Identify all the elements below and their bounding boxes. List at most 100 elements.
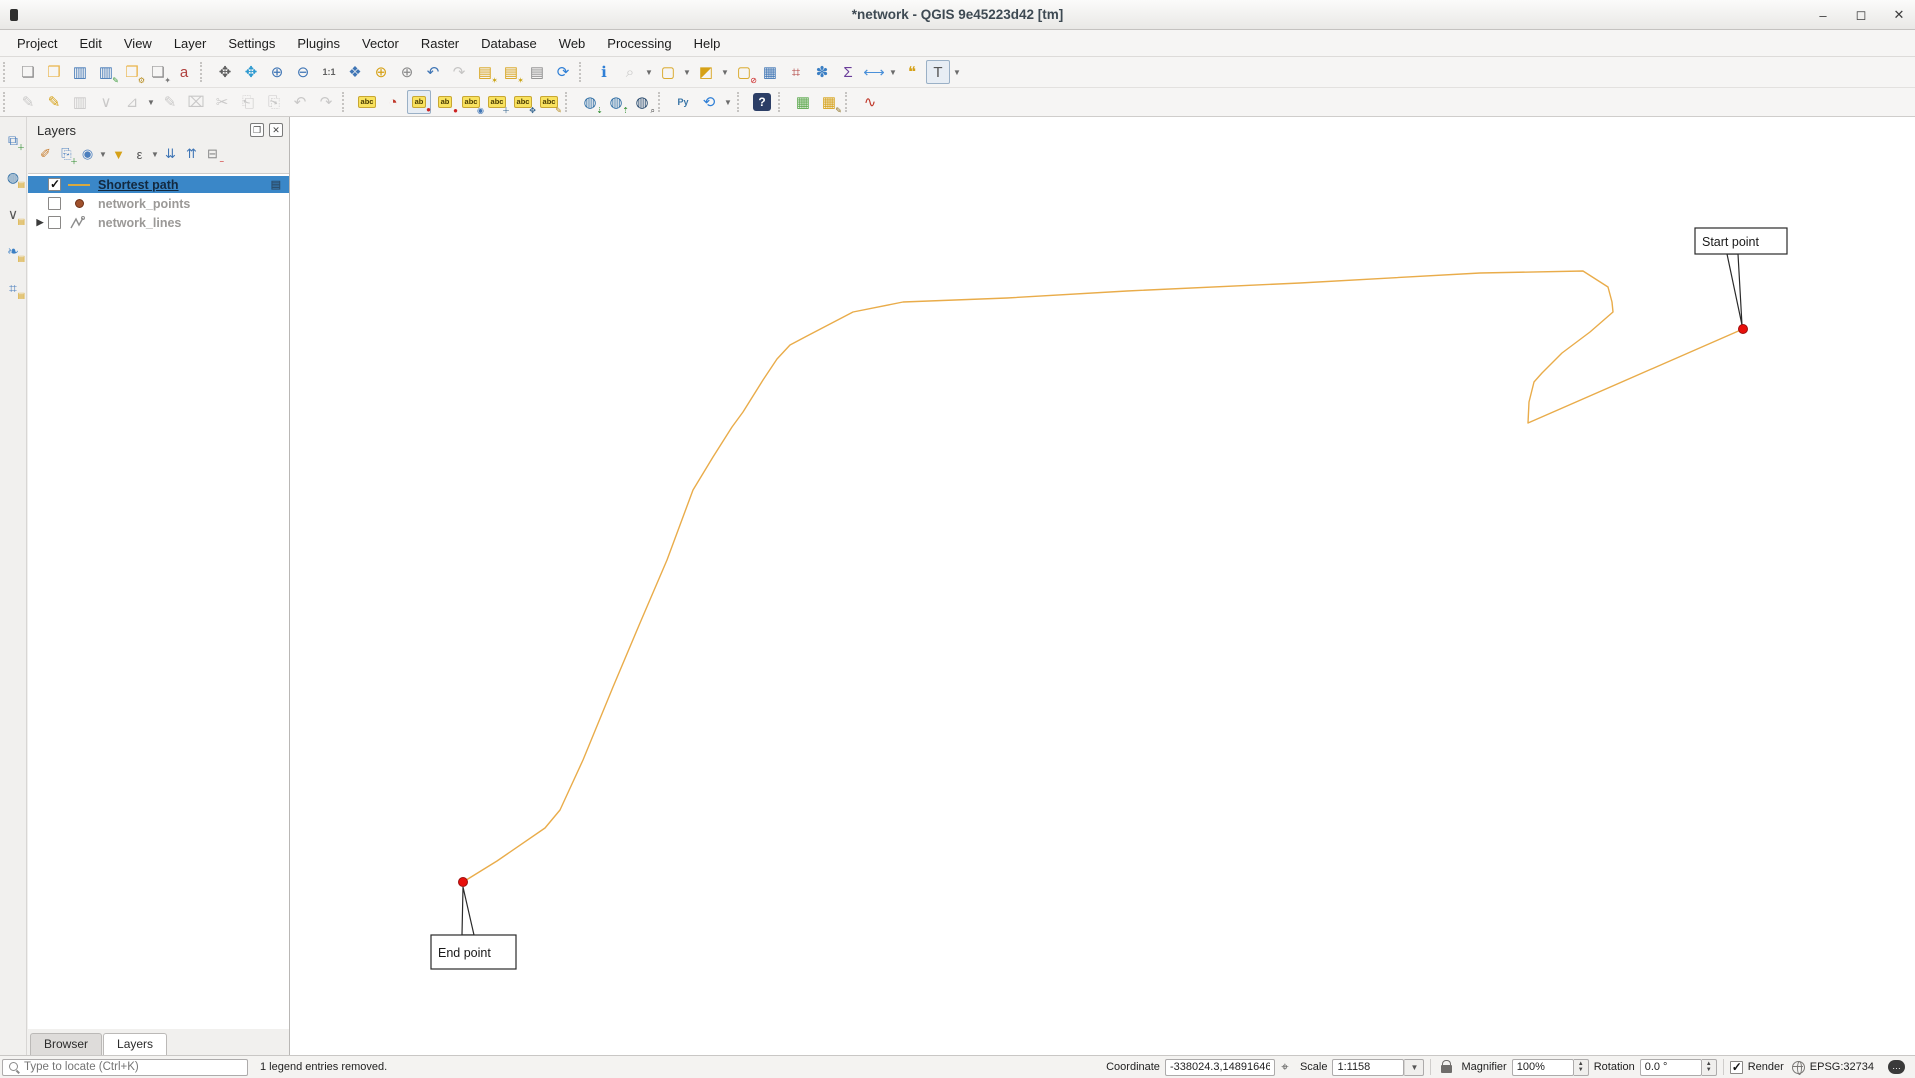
expand-arrow-icon[interactable]: ▶	[34, 217, 46, 228]
layer-item-network-points[interactable]: network_points	[28, 195, 289, 212]
open-attribute-table-icon[interactable]: ▦	[758, 60, 782, 84]
identify-features-icon[interactable]: ℹ	[592, 60, 616, 84]
measure-icon[interactable]: ⟷	[862, 60, 886, 84]
select-features-icon-dropdown[interactable]: ▼	[681, 60, 693, 84]
remove-layer-icon[interactable]: ⊟−	[202, 144, 223, 165]
modify-attributes-icon[interactable]: ✎	[158, 90, 182, 114]
zoom-to-selection-icon[interactable]: ⊕	[369, 60, 393, 84]
menu-item-processing[interactable]: Processing	[596, 32, 682, 55]
toolbar-handle[interactable]	[737, 92, 744, 112]
text-annotation-icon-dropdown[interactable]: ▼	[951, 60, 963, 84]
pin-unpin-labels-icon[interactable]: ab●	[433, 90, 457, 114]
manage-map-themes-icon-dropdown[interactable]: ▼	[98, 142, 108, 166]
panel-float-icon[interactable]: ❐	[250, 123, 264, 137]
minimize-button[interactable]: –	[1815, 8, 1831, 23]
zoom-to-layer-icon[interactable]: ⊕	[395, 60, 419, 84]
bookmark-manager-icon[interactable]: ▤	[525, 60, 549, 84]
zoom-next-icon[interactable]: ↷	[447, 60, 471, 84]
menu-item-database[interactable]: Database	[470, 32, 548, 55]
highlight-pinned-labels-icon[interactable]: ab●	[407, 90, 431, 114]
zoom-in-icon[interactable]: ⊕	[265, 60, 289, 84]
filter-by-expression-icon[interactable]: ε	[129, 144, 150, 165]
menu-item-vector[interactable]: Vector	[351, 32, 410, 55]
toolbar-handle[interactable]	[565, 92, 572, 112]
help-contents-icon[interactable]: ?	[750, 90, 774, 114]
copy-features-icon[interactable]: ⎗	[236, 90, 260, 114]
deselect-features-icon-dropdown[interactable]: ▼	[719, 60, 731, 84]
add-virtual-layer-icon[interactable]: ⌗▤	[2, 277, 24, 299]
toolbar-handle[interactable]	[579, 62, 586, 82]
text-annotation-icon[interactable]: T	[926, 60, 950, 84]
pan-to-selection-icon[interactable]: ✥	[239, 60, 263, 84]
style-manager-icon[interactable]: a	[172, 60, 196, 84]
processing-toolbox-icon[interactable]: ✽	[810, 60, 834, 84]
menu-item-edit[interactable]: Edit	[68, 32, 112, 55]
save-project-as-icon[interactable]: ▥✎	[94, 60, 118, 84]
toggle-editing-icon[interactable]: ✎	[42, 90, 66, 114]
toolbar-handle[interactable]	[778, 92, 785, 112]
menu-item-help[interactable]: Help	[683, 32, 732, 55]
toolbar-handle[interactable]	[658, 92, 665, 112]
expand-all-icon[interactable]: ⇊	[160, 144, 181, 165]
locate-input[interactable]	[24, 1061, 247, 1073]
deselect-features-icon[interactable]: ◩	[694, 60, 718, 84]
current-edits-icon[interactable]: ✎	[16, 90, 40, 114]
layer-visibility-checkbox[interactable]	[48, 197, 61, 210]
deselect-all-icon[interactable]: ▢⊘	[732, 60, 756, 84]
manage-map-themes-icon[interactable]: ◉	[77, 144, 98, 165]
filter-legend-icon[interactable]: ▼	[108, 144, 129, 165]
cut-features-icon[interactable]: ✂	[210, 90, 234, 114]
open-project-icon[interactable]: ❒	[42, 60, 66, 84]
toolbar-handle[interactable]	[3, 92, 10, 112]
menu-item-project[interactable]: Project	[6, 32, 68, 55]
crs-globe-icon[interactable]	[1792, 1061, 1805, 1074]
render-checkbox[interactable]	[1730, 1061, 1743, 1074]
layout-manager-icon[interactable]: ❒⚙	[120, 60, 144, 84]
measure-icon-dropdown[interactable]: ▼	[887, 60, 899, 84]
vertex-tool-icon[interactable]: ⊿	[120, 90, 144, 114]
layer-item-shortest-path[interactable]: Shortest path▤	[28, 176, 289, 193]
lock-scale-icon[interactable]	[1441, 1065, 1452, 1073]
filter-by-expression-icon-dropdown[interactable]: ▼	[150, 142, 160, 166]
map-plugin-icon-1[interactable]: ▦	[791, 90, 815, 114]
messages-bubble-icon[interactable]: …	[1888, 1060, 1905, 1074]
layer-item-network-lines[interactable]: ▶network_lines	[28, 214, 289, 231]
magnifier-spinner[interactable]: ▲▼	[1574, 1059, 1589, 1076]
new-spatial-bookmark-icon[interactable]: ▤✶	[473, 60, 497, 84]
metasearch-icon[interactable]: ◍⌕	[630, 90, 654, 114]
scale-dropdown-icon[interactable]: ▼	[1404, 1059, 1424, 1076]
zoom-native-icon[interactable]: 1:1	[317, 60, 341, 84]
zoom-full-icon[interactable]: ❖	[343, 60, 367, 84]
layer-visibility-checkbox[interactable]	[48, 216, 61, 229]
extents-toggle-icon[interactable]: ⌖	[1276, 1058, 1294, 1076]
layer-diagram-icon[interactable]: ◔	[381, 90, 405, 114]
pin-labels-icon[interactable]: abc＋	[485, 90, 509, 114]
add-feature-icon[interactable]: ∨	[94, 90, 118, 114]
data-source-manager-icon[interactable]: ⧉＋	[2, 129, 24, 151]
map-tips-icon[interactable]: ❝	[900, 60, 924, 84]
toolbar-handle[interactable]	[3, 62, 10, 82]
tab-browser[interactable]: Browser	[30, 1033, 102, 1055]
close-button[interactable]: ✕	[1891, 7, 1907, 23]
move-label-icon[interactable]: abc✥	[511, 90, 535, 114]
collapse-all-icon[interactable]: ⇈	[181, 144, 202, 165]
select-features-icon[interactable]: ▢	[656, 60, 680, 84]
add-vector-layer-icon[interactable]: ∨▤	[2, 203, 24, 225]
redo-icon[interactable]: ↷	[314, 90, 338, 114]
toolbar-handle[interactable]	[200, 62, 207, 82]
add-group-icon[interactable]: ⎘＋	[56, 144, 77, 165]
toolbar-handle[interactable]	[342, 92, 349, 112]
map-canvas[interactable]: Start pointEnd point	[290, 117, 1915, 1055]
map-plugin-icon-2[interactable]: ▦✎	[817, 90, 841, 114]
locate-bar[interactable]	[2, 1059, 248, 1076]
processing-history-icon-dropdown[interactable]: ▼	[722, 90, 734, 114]
rotation-input[interactable]	[1640, 1059, 1702, 1076]
vertex-tool-icon-dropdown[interactable]: ▼	[145, 90, 157, 114]
maximize-button[interactable]: ◻	[1853, 7, 1869, 23]
show-spatial-bookmarks-icon[interactable]: ▤✶	[499, 60, 523, 84]
field-calculator-icon[interactable]: ⌗	[784, 60, 808, 84]
crs-status[interactable]: EPSG:32734	[1810, 1061, 1874, 1073]
magnifier-input[interactable]	[1512, 1059, 1574, 1076]
menu-item-settings[interactable]: Settings	[217, 32, 286, 55]
add-spatialite-layer-icon[interactable]: ❧▤	[2, 240, 24, 262]
